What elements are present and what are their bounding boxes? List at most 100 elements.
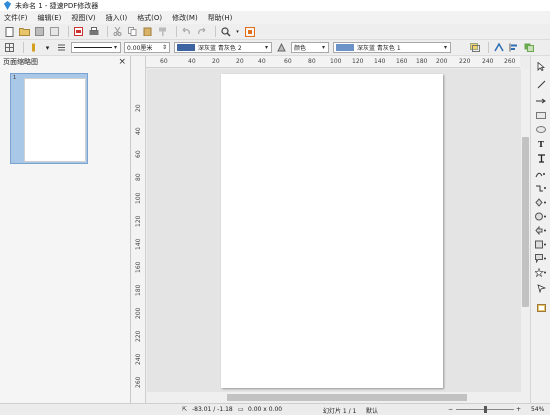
export-pdf-icon[interactable] — [73, 26, 84, 37]
vertical-scrollbar-thumb[interactable] — [522, 137, 529, 307]
position-icon[interactable] — [28, 42, 39, 53]
text-tool-icon[interactable]: T — [535, 138, 547, 149]
transform-icon[interactable] — [493, 42, 504, 53]
save-icon[interactable] — [34, 26, 45, 37]
ruler-label: 180 — [135, 284, 142, 296]
arrange-icon[interactable] — [523, 42, 534, 53]
clone-formatting-icon[interactable] — [157, 26, 168, 37]
line-width-field[interactable]: 0.00厘米 ⇕ — [124, 42, 170, 53]
menu-view[interactable]: 视图(V) — [71, 13, 95, 23]
copy-icon[interactable] — [127, 26, 138, 37]
ellipse-tool-icon[interactable] — [535, 124, 547, 135]
ruler-label: 40 — [188, 58, 196, 65]
ruler-label: 80 — [308, 58, 316, 65]
close-icon[interactable]: × — [118, 57, 126, 67]
fill-type-select[interactable]: 颜色 ▾ — [291, 42, 329, 53]
line-color-swatch — [177, 44, 195, 51]
align-icon[interactable] — [508, 42, 519, 53]
callouts-icon[interactable] — [535, 253, 547, 264]
horizontal-scrollbar-thumb[interactable] — [227, 394, 467, 401]
line-ends-icon[interactable]: ▾ — [43, 42, 52, 53]
ruler-label: 40 — [135, 127, 142, 135]
document-canvas[interactable] — [147, 69, 521, 392]
ruler-label: 140 — [374, 58, 386, 65]
line-fill-toolbar: ▾ ▾ 0.00厘米 ⇕ 深灰蓝 青灰色 2 ▾ 颜色 ▾ 深灰蓝 青灰色 1 … — [0, 40, 550, 56]
zoom-slider-handle[interactable] — [484, 406, 487, 413]
zoom-in-icon[interactable]: + — [516, 406, 521, 413]
new-document-icon[interactable] — [4, 26, 15, 37]
ruler-label: 240 — [135, 353, 142, 365]
export-icon[interactable] — [49, 26, 60, 37]
app-window: 未命名 1 - 捷速PDF修改器 文件(F) 编辑(E) 视图(V) 插入(I)… — [0, 0, 550, 415]
menu-edit[interactable]: 编辑(E) — [38, 13, 62, 23]
ruler-label: 240 — [482, 58, 494, 65]
slide-indicator: 幻灯片 1 / 1 — [323, 408, 357, 415]
object-size-icon: ▭ — [238, 406, 244, 413]
area-style-icon[interactable] — [276, 42, 287, 53]
arrow-line-icon[interactable] — [535, 95, 547, 106]
stars-icon[interactable] — [535, 267, 547, 278]
page-thumbnail[interactable]: 1 — [10, 73, 88, 164]
zoom-dropdown-icon[interactable]: ▾ — [235, 26, 240, 37]
symbol-shapes-icon[interactable] — [535, 211, 547, 222]
vertical-scrollbar[interactable] — [521, 69, 530, 403]
toolbar-separator — [68, 26, 69, 37]
line-style-select[interactable]: ▾ — [71, 42, 121, 53]
vertical-text-icon[interactable] — [535, 153, 547, 164]
cursor-position-icon: ⇱ — [182, 406, 188, 413]
chevron-down-icon: ▾ — [443, 44, 447, 51]
thumbnail-page-preview — [24, 78, 86, 162]
document-page[interactable] — [221, 74, 443, 388]
menu-modify[interactable]: 修改(M) — [172, 13, 198, 23]
points-edit-icon[interactable] — [535, 283, 547, 294]
page-thumbnail-panel: 页面缩略图 × 1 ⋮ — [0, 56, 135, 403]
fill-color-select[interactable]: 深灰蓝 青灰色 1 ▾ — [333, 42, 451, 53]
menu-format[interactable]: 格式(O) — [137, 13, 162, 23]
ruler-label: 20 — [212, 58, 220, 65]
menu-file[interactable]: 文件(F) — [4, 13, 28, 23]
ruler-label: 260 — [504, 58, 516, 65]
shadow-icon[interactable] — [469, 42, 480, 53]
vertical-ruler: 20 40 60 80 100 120 140 160 180 200 220 240 260 — [131, 56, 146, 403]
menu-insert[interactable]: 插入(I) — [106, 13, 128, 23]
rectangle-tool-icon[interactable] — [535, 110, 547, 121]
ruler-label: 20 — [236, 58, 244, 65]
presentation-icon[interactable] — [244, 26, 255, 37]
ruler-label: 160 — [135, 261, 142, 273]
horizontal-scrollbar[interactable] — [147, 392, 521, 403]
ruler-label: 80 — [135, 173, 142, 181]
chevron-down-icon: ▾ — [321, 44, 325, 51]
zoom-icon[interactable] — [220, 26, 231, 37]
connector-tool-icon[interactable] — [535, 183, 547, 194]
title-bar: 未命名 1 - 捷速PDF修改器 — [0, 0, 550, 11]
panel-title: 页面缩略图 — [3, 58, 38, 66]
open-folder-icon[interactable] — [19, 26, 30, 37]
ruler-label: 100 — [135, 192, 142, 204]
undo-icon[interactable] — [181, 26, 192, 37]
line-tool-icon[interactable] — [535, 79, 547, 90]
line-style-icon[interactable] — [56, 42, 67, 53]
basic-shapes-icon[interactable] — [535, 197, 547, 208]
grid-icon[interactable] — [4, 42, 15, 53]
menu-help[interactable]: 帮助(H) — [208, 13, 233, 23]
paste-icon[interactable] — [142, 26, 153, 37]
flowchart-icon[interactable] — [535, 239, 547, 250]
ruler-label: 200 — [436, 58, 448, 65]
select-icon[interactable] — [535, 61, 547, 72]
zoom-out-icon[interactable]: − — [448, 406, 453, 413]
chevron-down-icon: ▾ — [264, 44, 268, 51]
ruler-label: 220 — [459, 58, 471, 65]
cut-icon[interactable] — [112, 26, 123, 37]
ruler-label: 120 — [135, 215, 142, 227]
curve-tool-icon[interactable] — [535, 169, 547, 180]
chevron-down-icon: ▾ — [113, 44, 117, 51]
block-arrows-icon[interactable] — [535, 225, 547, 236]
line-color-select[interactable]: 深灰蓝 青灰色 2 ▾ — [174, 42, 272, 53]
status-bar: ⇱ -83.01 / -1.18 ▭ 0.00 x 0.00 幻灯片 1 / 1… — [0, 403, 550, 415]
redo-icon[interactable] — [196, 26, 207, 37]
gallery-icon[interactable] — [535, 302, 547, 313]
ruler-label: 200 — [135, 307, 142, 319]
menu-bar: 文件(F) 编辑(E) 视图(V) 插入(I) 格式(O) 修改(M) 帮助(H… — [0, 11, 550, 24]
toolbar-separator — [488, 42, 489, 53]
print-icon[interactable] — [88, 26, 99, 37]
